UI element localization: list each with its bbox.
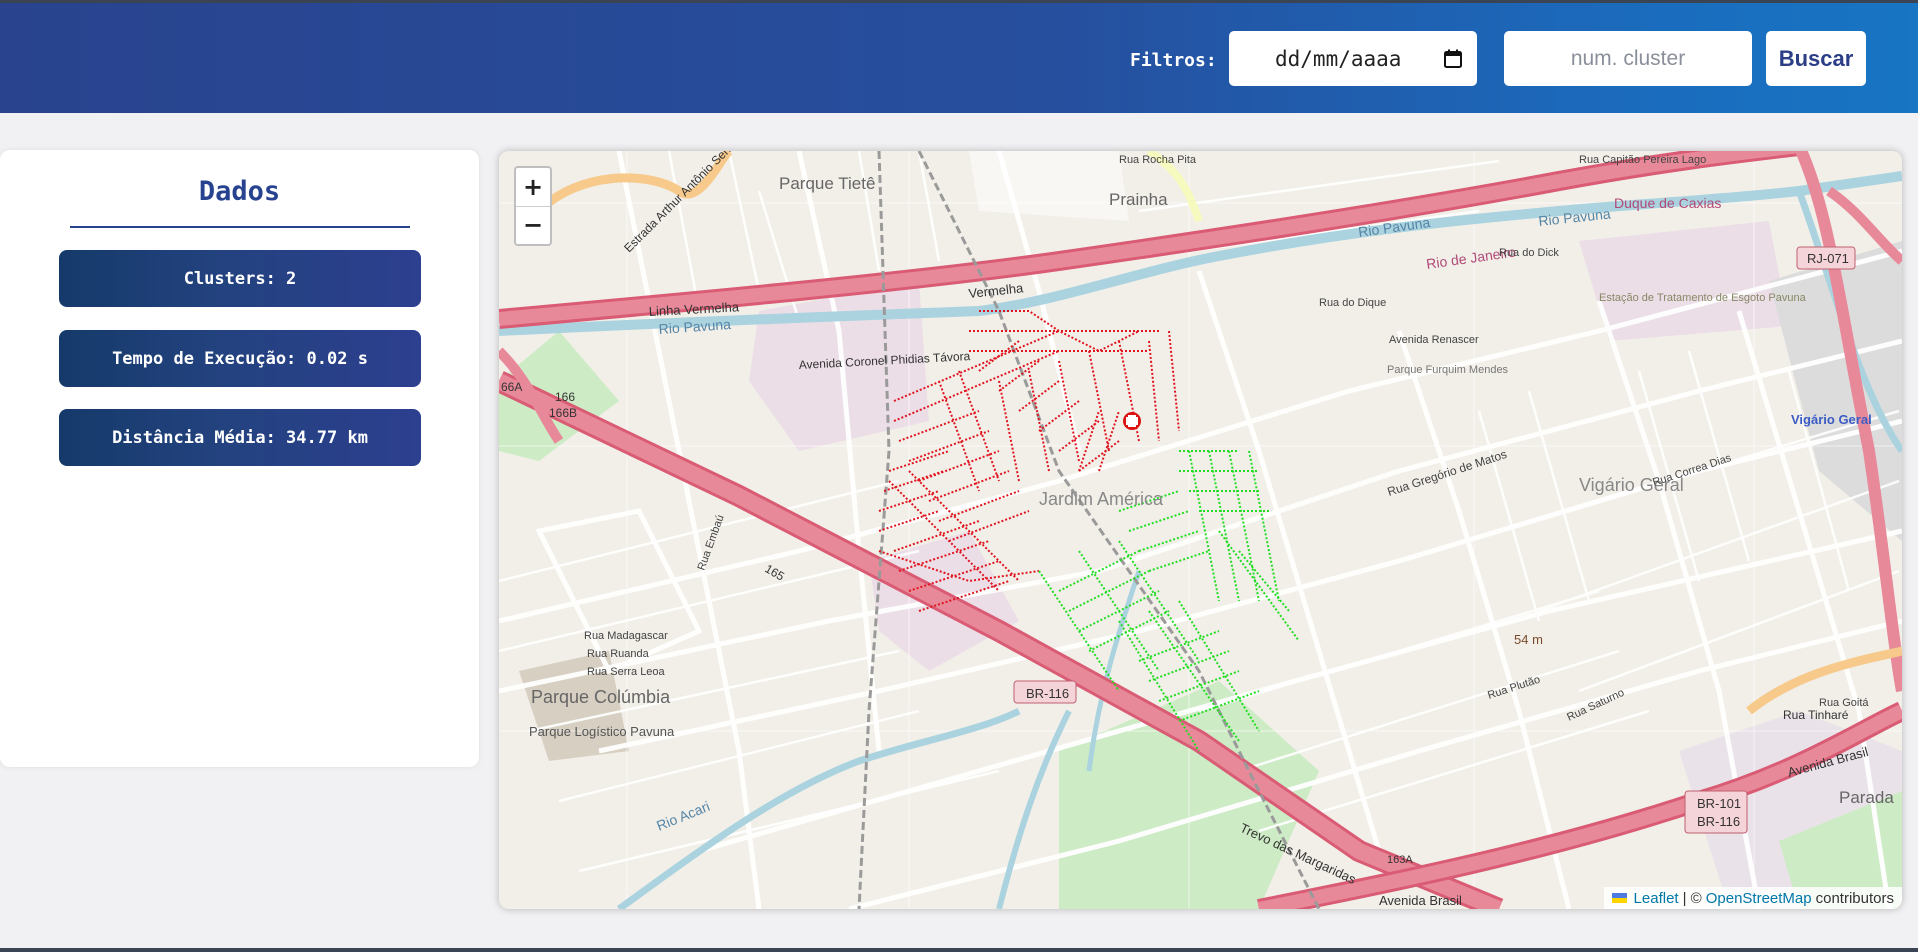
map-label-vigario-geral-station: Vigário Geral [1791, 412, 1872, 427]
map-attribution: Leaflet | © OpenStreetMap contributors [1603, 887, 1902, 909]
panel-divider [70, 226, 410, 228]
map-label-parque-logistico: Parque Logístico Pavuna [529, 724, 675, 739]
stat-clusters: Clusters: 2 [59, 250, 421, 307]
map-label-parada: Parada [1839, 788, 1894, 807]
map-label-rua-ruanda: Rua Ruanda [587, 648, 650, 660]
map-label-jardim-america: Jardim América [1039, 489, 1164, 509]
shield-br116: BR-116 [1013, 680, 1077, 704]
map-label-166b: 166B [549, 406, 577, 420]
attribution-separator: | © [1682, 889, 1702, 907]
shield-rj071: RJ-071 [1796, 246, 1856, 270]
map-label-av-renascer: Avenida Renascer [1389, 334, 1479, 346]
ukraine-flag-icon [1611, 893, 1627, 903]
filters-label: Filtros: [1130, 50, 1217, 71]
map-tiles[interactable]: Parque Tietê Prainha Rio Pavuna Rio Pavu… [499, 151, 1902, 909]
map-label-rua-serra-leoa: Rua Serra Leoa [587, 666, 666, 678]
bottom-border [0, 948, 1918, 952]
map-label-parque-furquim: Parque Furquim Mendes [1387, 364, 1509, 376]
map-label-avenida-brasil-2: Avenida Brasil [1379, 893, 1462, 908]
leaflet-link[interactable]: Leaflet [1634, 890, 1679, 907]
zoom-control: + − [514, 166, 552, 246]
svg-text:BR-116: BR-116 [1026, 686, 1069, 701]
stat-execution-time: Tempo de Execução: 0.02 s [59, 330, 421, 387]
map-label-prainha: Prainha [1109, 190, 1168, 209]
map-label-duque-de-caxias: Duque de Caxias [1614, 195, 1721, 211]
map-label-rua-tinhare: Rua Tinharé [1783, 708, 1849, 722]
data-panel: Dados Clusters: 2 Tempo de Execução: 0.0… [0, 150, 479, 767]
map-label-rua-do-dick: Rua do Dick [1499, 247, 1559, 259]
calendar-icon[interactable] [1443, 49, 1463, 69]
date-placeholder: dd/mm/aaaa [1275, 46, 1402, 71]
attribution-suffix: contributors [1815, 889, 1894, 907]
date-filter-input[interactable]: dd/mm/aaaa [1229, 31, 1477, 86]
openstreetmap-link[interactable]: OpenStreetMap [1706, 890, 1812, 907]
cluster-placeholder: num. cluster [1570, 46, 1686, 70]
map-label-66a: 66A [501, 380, 522, 394]
map-label-rua-madagascar: Rua Madagascar [584, 630, 668, 642]
panel-title: Dados [198, 176, 281, 207]
cluster-number-input[interactable]: num. cluster [1504, 31, 1752, 86]
map-label-estacao: Estação de Tratamento de Esgoto Pavuna [1599, 292, 1807, 304]
svg-text:BR-101: BR-101 [1697, 796, 1741, 811]
stat-average-distance: Distância Média: 34.77 km [59, 409, 421, 466]
map-label-rua-capitao: Rua Capitão Pereira Lago [1579, 154, 1706, 166]
map-label-rua-do-dique: Rua do Dique [1319, 297, 1386, 309]
map-container[interactable]: Parque Tietê Prainha Rio Pavuna Rio Pavu… [499, 151, 1902, 909]
map-label-parque-tiete: Parque Tietê [779, 174, 875, 193]
svg-text:BR-116: BR-116 [1697, 814, 1740, 829]
zoom-out-button[interactable]: − [516, 206, 550, 244]
search-button[interactable]: Buscar [1766, 31, 1866, 86]
map-label-rua-rocha-pita: Rua Rocha Pita [1119, 154, 1197, 166]
svg-text:RJ-071: RJ-071 [1807, 251, 1849, 266]
zoom-in-button[interactable]: + [516, 168, 550, 207]
map-label-parque-columbia: Parque Colúmbia [531, 687, 671, 707]
map-label-163a: 163A [1387, 854, 1413, 866]
map-label-elevation: 54 m [1514, 632, 1543, 647]
map-label-166: 166 [555, 390, 575, 404]
shield-br101: BR-101 BR-116 [1684, 790, 1748, 834]
map-label-rua-goita: Rua Goitá [1819, 697, 1869, 709]
header-bar: Filtros: dd/mm/aaaa num. cluster Buscar [0, 3, 1918, 113]
